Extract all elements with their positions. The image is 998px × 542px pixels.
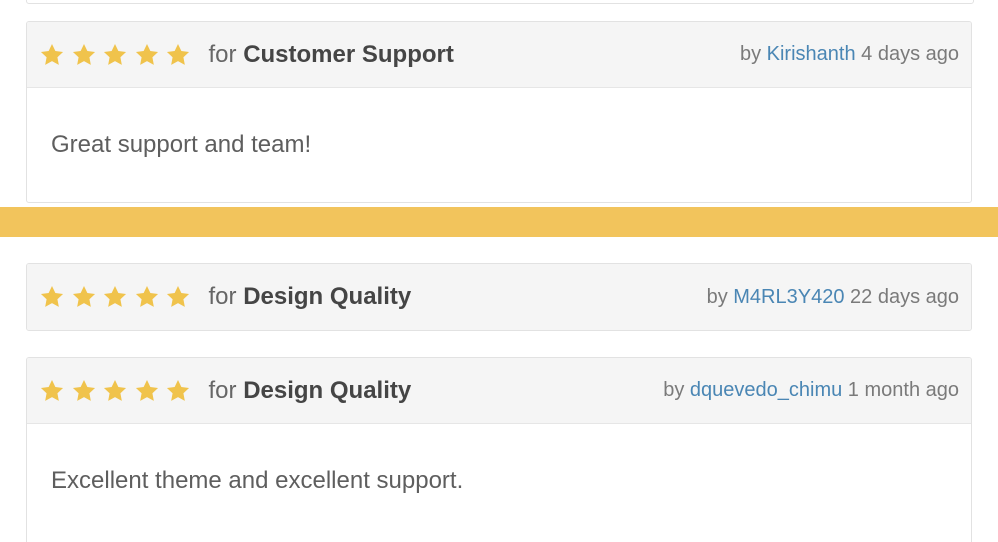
star-rating: [39, 42, 197, 68]
star-rating: [39, 284, 197, 310]
previous-review-card-edge: [26, 0, 974, 4]
star-icon: [102, 284, 128, 310]
for-label: for: [208, 40, 237, 68]
author-link[interactable]: M4RL3Y420: [733, 286, 844, 308]
star-icon: [134, 284, 160, 310]
star-icon: [165, 284, 191, 310]
author-link[interactable]: Kirishanth: [767, 43, 856, 65]
author-link[interactable]: dquevedo_chimu: [690, 379, 842, 401]
review-meta: by M4RL3Y420 22 days ago: [707, 286, 959, 309]
star-icon: [39, 284, 65, 310]
for-label: for: [208, 376, 237, 404]
by-label: by: [706, 285, 728, 308]
star-rating: [39, 378, 197, 404]
by-label: by: [739, 43, 762, 65]
star-icon: [165, 42, 191, 68]
review-card: for Design Quality by M4RL3Y420 22 days …: [26, 263, 972, 331]
review-meta: by Kirishanth 4 days ago: [740, 43, 959, 66]
by-label: by: [663, 379, 685, 401]
review-time: 22 days ago: [850, 285, 959, 308]
review-card: for Customer Support by Kirishanth 4 day…: [26, 21, 972, 203]
star-icon: [71, 284, 97, 310]
review-meta: by dquevedo_chimu 1 month ago: [663, 379, 959, 402]
review-header: for Design Quality by dquevedo_chimu 1 m…: [27, 358, 971, 424]
star-icon: [102, 42, 128, 68]
star-icon: [39, 378, 65, 404]
star-icon: [39, 42, 65, 68]
review-category: for Design Quality: [209, 283, 412, 311]
star-icon: [134, 42, 160, 68]
star-icon: [102, 378, 128, 404]
review-title-group: for Design Quality: [39, 377, 411, 405]
review-header: for Customer Support by Kirishanth 4 day…: [27, 22, 971, 88]
review-body: Excellent theme and excellent support.: [51, 467, 464, 494]
star-icon: [165, 378, 191, 404]
review-card: for Design Quality by dquevedo_chimu 1 m…: [26, 357, 972, 542]
review-time: 1 month ago: [847, 379, 959, 401]
for-label: for: [208, 283, 237, 310]
review-title-group: for Customer Support: [39, 41, 454, 69]
category-name: Customer Support: [243, 40, 454, 68]
review-time: 4 days ago: [861, 43, 959, 65]
review-header: for Design Quality by M4RL3Y420 22 days …: [27, 264, 971, 330]
review-category: for Design Quality: [209, 377, 412, 405]
review-title-group: for Design Quality: [39, 283, 411, 311]
review-category: for Customer Support: [209, 41, 454, 69]
star-icon: [134, 378, 160, 404]
accent-divider-bar: [0, 207, 998, 237]
star-icon: [71, 42, 97, 68]
category-name: Design Quality: [243, 283, 412, 310]
star-icon: [71, 378, 97, 404]
category-name: Design Quality: [243, 376, 412, 404]
review-body: Great support and team!: [51, 131, 312, 158]
reviews-page: for Customer Support by Kirishanth 4 day…: [0, 0, 998, 542]
